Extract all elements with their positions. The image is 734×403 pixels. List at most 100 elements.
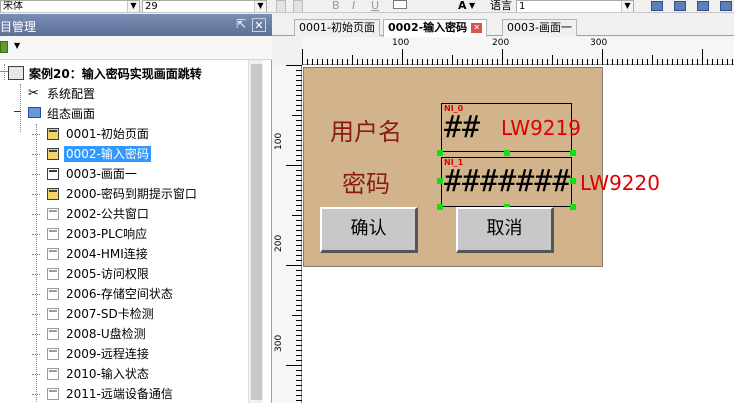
bold-button[interactable]: B bbox=[332, 0, 340, 12]
tree-item-label: 2002-公共窗口 bbox=[66, 207, 149, 221]
scrollbar-thumb[interactable] bbox=[251, 64, 262, 400]
language-select[interactable]: 1 ▼ bbox=[516, 0, 634, 12]
username-label[interactable]: 用户名 bbox=[330, 112, 402, 147]
tree-item-screen[interactable]: 2009-远程连接 bbox=[0, 344, 262, 364]
tree-connector bbox=[32, 194, 40, 195]
chevron-down-icon: ▼ bbox=[127, 1, 139, 12]
tree-connector bbox=[32, 354, 40, 355]
tree-item-screen[interactable]: 2005-访问权限 bbox=[0, 264, 262, 284]
selection-handle[interactable] bbox=[504, 150, 510, 156]
tree-connector bbox=[32, 294, 40, 295]
align-icon[interactable] bbox=[276, 0, 286, 12]
tree-connector bbox=[32, 214, 40, 215]
screen-icon bbox=[47, 248, 59, 260]
ruler-vertical: 100 200 300 bbox=[272, 65, 302, 403]
tools-icon: ✂ bbox=[28, 86, 39, 101]
chevron-down-icon[interactable]: ▼ bbox=[14, 41, 20, 50]
tree-item-screen[interactable]: 2003-PLC响应 bbox=[0, 224, 262, 244]
align-icon[interactable] bbox=[293, 0, 303, 12]
tree-item-label: 系统配置 bbox=[47, 87, 96, 101]
tree-item-label: 2004-HMI连接 bbox=[66, 247, 148, 261]
tree-connector bbox=[32, 134, 40, 135]
tree-item-label: 2009-远程连接 bbox=[66, 347, 149, 361]
fill-color-icon[interactable] bbox=[393, 0, 407, 9]
tree-item-label: 0001-初始页面 bbox=[66, 127, 149, 141]
tree-item-screen[interactable]: 0002-输入密码 bbox=[0, 144, 262, 164]
layer-back-icon[interactable] bbox=[674, 1, 686, 11]
tab-screen-0002[interactable]: 0002-输入密码 ✕ bbox=[383, 19, 488, 37]
tree-item-screen[interactable]: 2008-U盘检测 bbox=[0, 324, 262, 344]
new-item-icon[interactable] bbox=[0, 41, 8, 53]
tree-item-label: 2000-密码到期提示窗口 bbox=[66, 187, 197, 201]
ruler-label: 300 bbox=[590, 38, 608, 48]
panel-title: 目管理 bbox=[0, 20, 37, 34]
tree-item-screen[interactable]: 2004-HMI连接 bbox=[0, 244, 262, 264]
tree-item-screen[interactable]: 0001-初始页面 bbox=[0, 124, 262, 144]
selection-handle[interactable] bbox=[437, 150, 443, 156]
tab-screen-0001[interactable]: 0001-初始页面 bbox=[294, 19, 380, 36]
screen-icon bbox=[47, 148, 59, 160]
username-input-value: ## bbox=[444, 110, 481, 145]
panel-toolbar: ▼ bbox=[0, 36, 272, 60]
tree-item-label-selected: 0002-输入密码 bbox=[64, 146, 151, 162]
selection-handle[interactable] bbox=[570, 204, 576, 210]
screen-icon bbox=[47, 268, 59, 280]
ruler-label: 200 bbox=[492, 38, 510, 48]
underline-button[interactable]: U bbox=[371, 0, 379, 12]
confirm-button[interactable]: 确认 bbox=[320, 207, 418, 253]
tree-scrollbar[interactable] bbox=[248, 60, 263, 403]
tree-item-system-config[interactable]: ✂ 系统配置 bbox=[0, 84, 262, 104]
selection-handle[interactable] bbox=[570, 178, 576, 184]
font-size-select[interactable]: 29 ▼ bbox=[142, 0, 267, 12]
cancel-button[interactable]: 取消 bbox=[456, 207, 554, 253]
tab-screen-0003[interactable]: 0003-画面一 bbox=[502, 19, 577, 36]
chevron-down-icon: ▼ bbox=[621, 1, 633, 12]
hmi-screen-canvas[interactable]: 用户名 密码 NI_0 ## LW9219 NI_1 ####### FK_2 … bbox=[303, 67, 603, 267]
tree-item-screen[interactable]: 2011-远端设备通信 bbox=[0, 384, 262, 403]
tree-item-screen[interactable]: 0003-画面一 bbox=[0, 164, 262, 184]
tree-item-screen[interactable]: 2002-公共窗口 bbox=[0, 204, 262, 224]
confirm-button-label: 确认 bbox=[350, 218, 387, 239]
close-icon[interactable]: ✕ bbox=[252, 18, 266, 32]
ruler-horizontal: 100 200 300 bbox=[302, 37, 734, 65]
selection-handle[interactable] bbox=[437, 204, 443, 210]
pin-icon[interactable]: ⇱ bbox=[234, 18, 248, 32]
ruler-label: 300 bbox=[274, 334, 284, 352]
tree-root[interactable]: 案例20：输入密码实现画面跳转 bbox=[0, 64, 262, 84]
font-color-button[interactable]: A bbox=[458, 0, 467, 12]
password-numeric-input[interactable]: ####### bbox=[441, 157, 572, 207]
font-name-select[interactable]: 宋体 ▼ bbox=[0, 0, 140, 12]
tree-item-screen[interactable]: 2010-输入状态 bbox=[0, 364, 262, 384]
tree-item-screen[interactable]: 2006-存储空间状态 bbox=[0, 284, 262, 304]
italic-button[interactable]: I bbox=[352, 0, 355, 12]
close-icon[interactable]: ✕ bbox=[471, 23, 483, 33]
selection-handle[interactable] bbox=[570, 150, 576, 156]
layer-down-icon[interactable] bbox=[720, 1, 732, 11]
tree-item-label: 2011-远端设备通信 bbox=[66, 387, 173, 401]
tree-item-screen[interactable]: 2000-密码到期提示窗口 bbox=[0, 184, 262, 204]
layer-front-icon[interactable] bbox=[651, 1, 663, 11]
font-name-value: 宋体 bbox=[3, 1, 23, 12]
selection-handle[interactable] bbox=[437, 178, 443, 184]
tree-item-screen[interactable]: 2007-SD卡检测 bbox=[0, 304, 262, 324]
tab-label: 0003-画面一 bbox=[507, 21, 572, 34]
tree-connector bbox=[32, 314, 40, 315]
tree-root-label: 案例20：输入密码实现画面跳转 bbox=[29, 67, 202, 81]
chevron-down-icon[interactable]: ▼ bbox=[469, 0, 475, 12]
tree-item-label: 2010-输入状态 bbox=[66, 367, 149, 381]
layer-up-icon[interactable] bbox=[697, 1, 709, 11]
tree-item-screens-group[interactable]: 组态画面 bbox=[0, 104, 262, 124]
collapse-icon[interactable] bbox=[14, 111, 21, 112]
font-size-value: 29 bbox=[145, 1, 158, 12]
panel-header: 目管理 ⇱ ✕ bbox=[0, 14, 272, 36]
tree-item-label: 2003-PLC响应 bbox=[66, 227, 148, 241]
project-icon bbox=[8, 66, 24, 80]
collapse-icon[interactable] bbox=[0, 71, 8, 72]
language-label: 语言 bbox=[490, 0, 512, 12]
tree-item-label: 2005-访问权限 bbox=[66, 267, 149, 281]
tree-connector bbox=[32, 234, 40, 235]
tree-item-label: 组态画面 bbox=[47, 107, 96, 121]
cancel-button-label: 取消 bbox=[486, 218, 523, 239]
screens-group-icon bbox=[28, 107, 41, 118]
password-label[interactable]: 密码 bbox=[342, 164, 390, 199]
